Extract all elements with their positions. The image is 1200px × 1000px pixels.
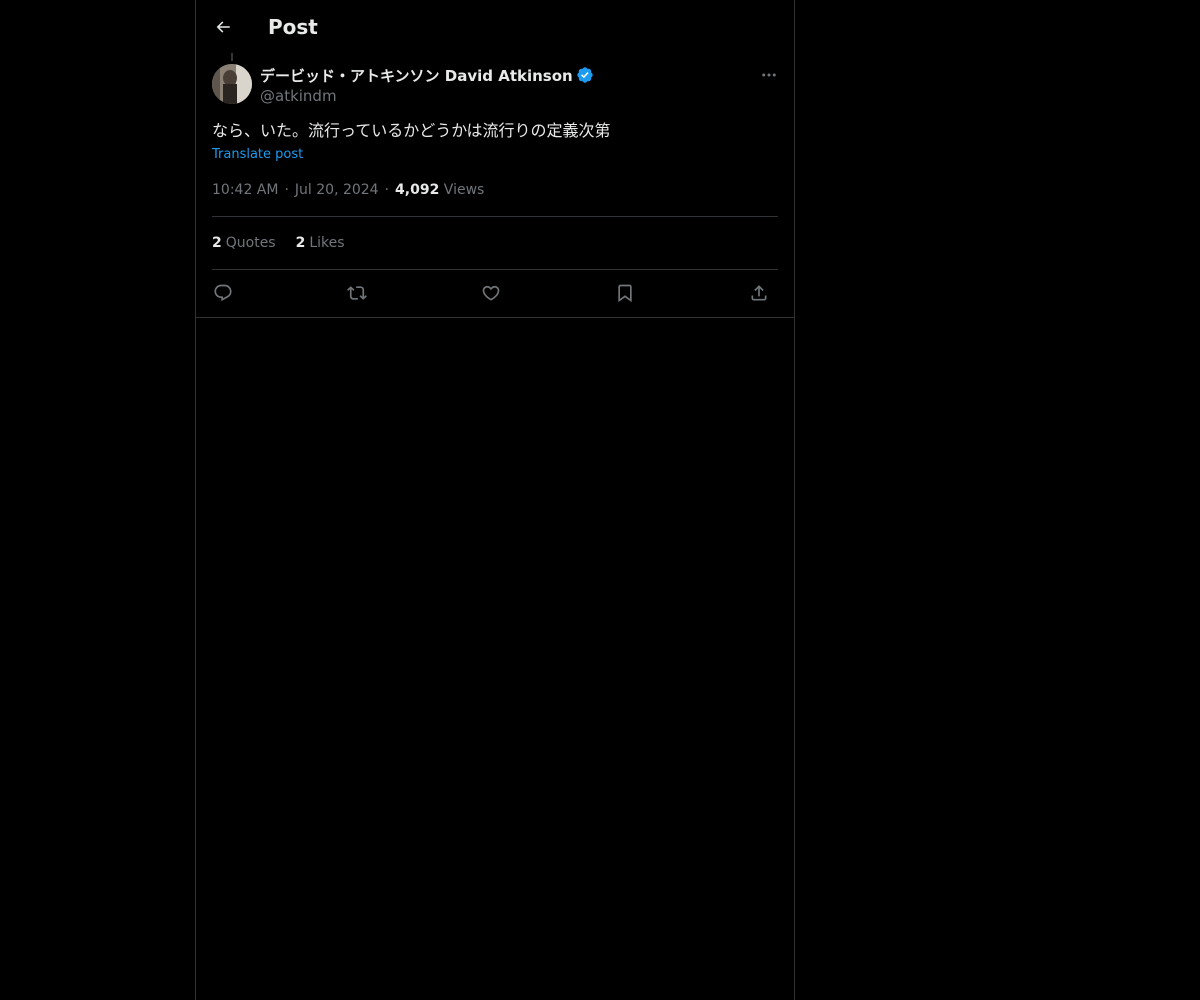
more-options-button[interactable] <box>758 64 780 86</box>
repost-icon <box>347 283 367 303</box>
divider <box>212 216 778 217</box>
divider <box>212 269 778 270</box>
verified-badge-icon[interactable] <box>576 66 594 84</box>
repost-button[interactable] <box>344 280 370 306</box>
views-count: 4,092 <box>395 182 440 198</box>
views-label: Views <box>443 182 485 198</box>
avatar[interactable] <box>212 64 252 104</box>
likes-count: 2 <box>295 235 306 251</box>
meta-separator: · <box>284 182 289 198</box>
like-icon <box>481 283 501 303</box>
post-bottom-border <box>196 317 794 318</box>
post-date[interactable]: Jul 20, 2024 <box>295 182 379 198</box>
header: Post <box>196 0 794 53</box>
back-button[interactable] <box>208 12 238 42</box>
quotes-count: 2 <box>212 235 222 251</box>
arrow-left-icon <box>214 18 232 36</box>
reply-button[interactable] <box>210 280 236 306</box>
quotes-stat[interactable]: 2 Quotes <box>212 233 276 253</box>
author-name-row[interactable]: デービッド・アトキンソン David Atkinson <box>260 64 594 86</box>
post-text: なら、いた。流行っているかどうかは流行りの定義次第 <box>212 121 611 140</box>
reply-icon <box>213 283 233 303</box>
like-button[interactable] <box>478 280 504 306</box>
likes-stat[interactable]: 2 Likes <box>296 233 345 253</box>
bookmark-button[interactable] <box>612 280 638 306</box>
page-title: Post <box>268 15 318 39</box>
post-actions <box>212 280 778 306</box>
meta-separator: · <box>384 182 390 198</box>
main-column: Post デービッド・アトキンソン David Atkinson @atkind… <box>195 0 795 1000</box>
likes-label: Likes <box>309 235 345 251</box>
thread-connector <box>231 53 233 61</box>
share-button[interactable] <box>746 280 772 306</box>
more-horizontal-icon <box>760 66 778 84</box>
quotes-label: Quotes <box>225 235 276 251</box>
share-icon <box>749 283 769 303</box>
bookmark-icon <box>615 283 635 303</box>
post-meta: 10:42 AM · Jul 20, 2024 · 4,092 Views <box>212 180 484 200</box>
author-handle[interactable]: @atkindm <box>260 86 337 106</box>
engagement-stats: 2 Quotes 2 Likes <box>212 233 345 253</box>
translate-post-link[interactable]: Translate post <box>212 146 303 164</box>
post-time[interactable]: 10:42 AM <box>212 182 278 198</box>
author-display-name[interactable]: デービッド・アトキンソン David Atkinson <box>260 65 573 86</box>
